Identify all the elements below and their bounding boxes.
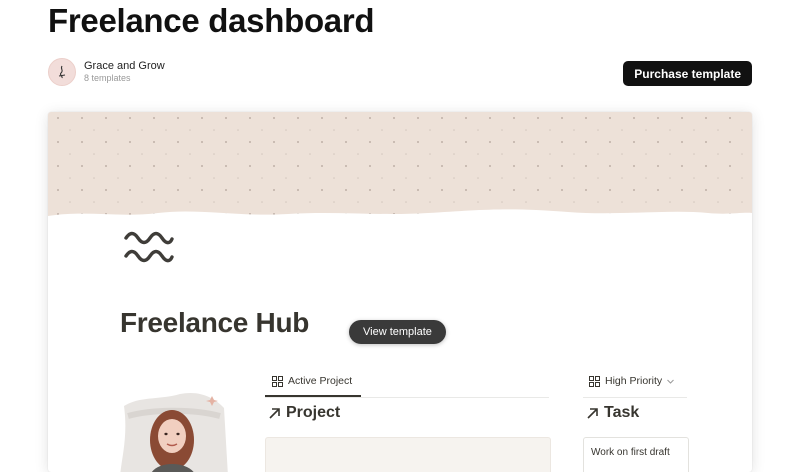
avatar[interactable]	[48, 58, 76, 86]
task-card[interactable]: Work on first draft	[583, 437, 689, 472]
creator-name[interactable]: Grace and Grow	[84, 60, 165, 72]
signature-icon	[58, 65, 66, 79]
template-preview: Freelance Hub View template Active Proje…	[48, 112, 752, 472]
creator-profile[interactable]: Grace and Grow 8 templates	[48, 58, 165, 86]
page-title: Freelance dashboard	[48, 2, 375, 39]
purchase-template-button[interactable]: Purchase template	[623, 61, 752, 86]
wave-logo-icon	[124, 231, 174, 263]
project-card[interactable]	[265, 437, 551, 472]
profile-photo	[120, 393, 228, 472]
task-section-heading[interactable]: Task	[586, 404, 639, 422]
arrow-up-right-icon	[269, 407, 280, 419]
task-title: Work on first draft	[591, 447, 670, 458]
chevron-down-icon	[667, 379, 675, 384]
creator-template-count: 8 templates	[84, 73, 131, 84]
tab-divider	[265, 397, 549, 398]
section-title: Task	[604, 404, 640, 421]
tab-divider	[583, 397, 687, 398]
project-section-heading[interactable]: Project	[268, 404, 340, 422]
tab-active-project[interactable]: Active Project	[272, 375, 352, 387]
hub-title: Freelance Hub	[120, 307, 310, 338]
section-title: Project	[286, 404, 341, 421]
cover-torn-edge	[48, 209, 752, 226]
tab-high-priority[interactable]: High Priority	[589, 375, 675, 387]
grid-icon	[272, 375, 283, 387]
arrow-up-right-icon	[587, 407, 598, 419]
grid-icon	[589, 375, 600, 387]
view-template-button[interactable]: View template	[349, 320, 446, 344]
tab-label: High Priority	[605, 375, 663, 387]
tab-label: Active Project	[288, 375, 353, 387]
